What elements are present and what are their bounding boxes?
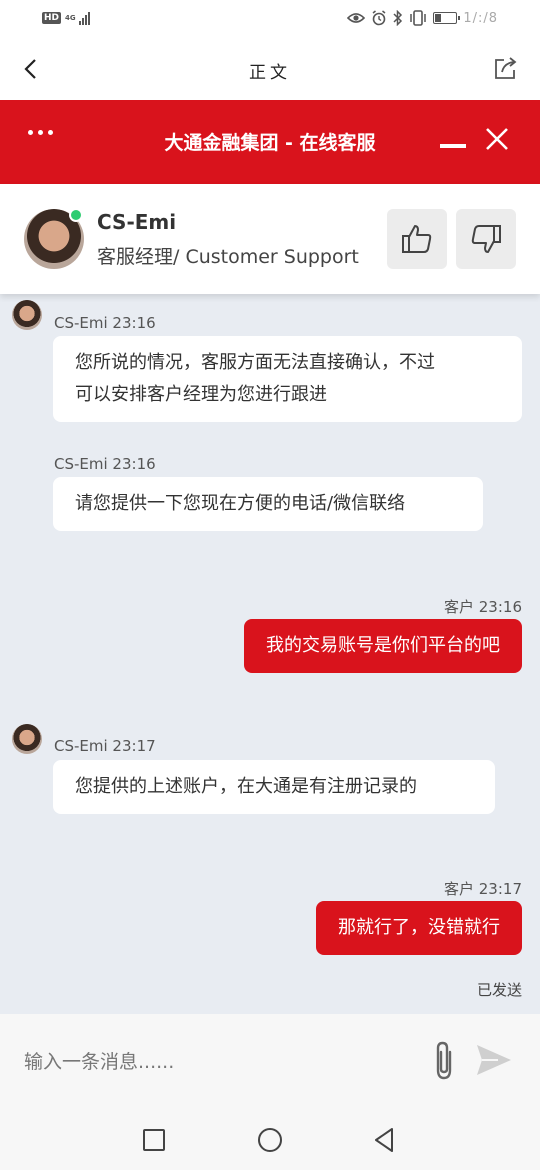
status-left: HD 4G bbox=[42, 11, 91, 25]
network-label: 4G bbox=[65, 13, 76, 22]
agent-name: CS-Emi bbox=[97, 210, 177, 234]
eye-icon bbox=[347, 13, 366, 23]
message-text-line: 那就行了，没错就行 bbox=[338, 917, 500, 938]
hd-badge: HD bbox=[42, 12, 62, 24]
minimize-icon[interactable] bbox=[440, 144, 466, 148]
send-icon[interactable] bbox=[474, 1042, 514, 1078]
thumbs-down-button[interactable] bbox=[456, 209, 516, 269]
agent-role: 客服经理/ Customer Support bbox=[97, 246, 359, 268]
message-meta: CS-Emi 23:17 bbox=[54, 737, 156, 755]
thumbs-up-button[interactable] bbox=[387, 209, 447, 269]
user-message-bubble: 我的交易账号是你们平台的吧 bbox=[244, 619, 522, 673]
agent-card: CS-Emi 客服经理/ Customer Support bbox=[0, 184, 540, 294]
message-text-line: 可以安排客户经理为您进行跟进 bbox=[75, 384, 327, 405]
message-text-line: 我的交易账号是你们平台的吧 bbox=[266, 635, 500, 656]
message-meta: 客户 23:17 bbox=[444, 880, 522, 898]
chat-header: 大通金融集团 - 在线客服 bbox=[0, 100, 540, 184]
page-title: 正文 bbox=[249, 63, 291, 83]
recents-icon[interactable] bbox=[143, 1129, 165, 1151]
share-icon[interactable] bbox=[492, 54, 520, 82]
online-status-dot bbox=[69, 208, 83, 222]
message-meta: 客户 23:16 bbox=[444, 598, 522, 616]
message-text-line: 请您提供一下您现在方便的电话/微信联络 bbox=[75, 493, 406, 514]
message-meta: CS-Emi 23:16 bbox=[54, 455, 156, 473]
message-text-line: 您所说的情况，客服方面无法直接确认，不过 bbox=[75, 352, 435, 373]
system-nav-bar bbox=[0, 1108, 540, 1170]
nav-header: 正文 bbox=[0, 40, 540, 100]
agent-message-bubble: 请您提供一下您现在方便的电话/微信联络 bbox=[53, 477, 483, 531]
message-list[interactable]: CS-Emi 23:16 您所说的情况，客服方面无法直接确认，不过 可以安排客户… bbox=[0, 294, 540, 1014]
chat-title: 大通金融集团 - 在线客服 bbox=[164, 132, 376, 154]
signal-icon bbox=[79, 11, 91, 25]
system-back-icon[interactable] bbox=[372, 1126, 396, 1154]
agent-avatar-small bbox=[12, 300, 42, 330]
thumbs-down-icon bbox=[471, 225, 501, 253]
agent-avatar-small bbox=[12, 724, 42, 754]
bluetooth-icon bbox=[393, 10, 403, 26]
input-bar bbox=[0, 1014, 540, 1108]
message-text-line: 您提供的上述账户，在大通是有注册记录的 bbox=[75, 776, 417, 797]
close-icon[interactable] bbox=[484, 126, 510, 152]
clock: 1/:/8 bbox=[463, 10, 498, 26]
sent-status: 已发送 bbox=[476, 981, 522, 999]
status-bar: HD 4G 1/:/8 bbox=[0, 0, 540, 40]
message-input[interactable] bbox=[24, 1044, 404, 1080]
paperclip-icon[interactable] bbox=[428, 1038, 460, 1082]
home-icon[interactable] bbox=[258, 1128, 282, 1152]
agent-message-bubble: 您提供的上述账户，在大通是有注册记录的 bbox=[53, 760, 495, 814]
vibrate-icon bbox=[410, 10, 427, 26]
alarm-icon bbox=[372, 10, 386, 26]
agent-message-bubble: 您所说的情况，客服方面无法直接确认，不过 可以安排客户经理为您进行跟进 bbox=[53, 336, 522, 422]
battery-icon bbox=[433, 12, 461, 24]
message-meta: CS-Emi 23:16 bbox=[54, 314, 156, 332]
thumbs-up-icon bbox=[402, 225, 432, 253]
status-right: 1/:/8 bbox=[347, 10, 498, 26]
user-message-bubble: 那就行了，没错就行 bbox=[316, 901, 522, 955]
